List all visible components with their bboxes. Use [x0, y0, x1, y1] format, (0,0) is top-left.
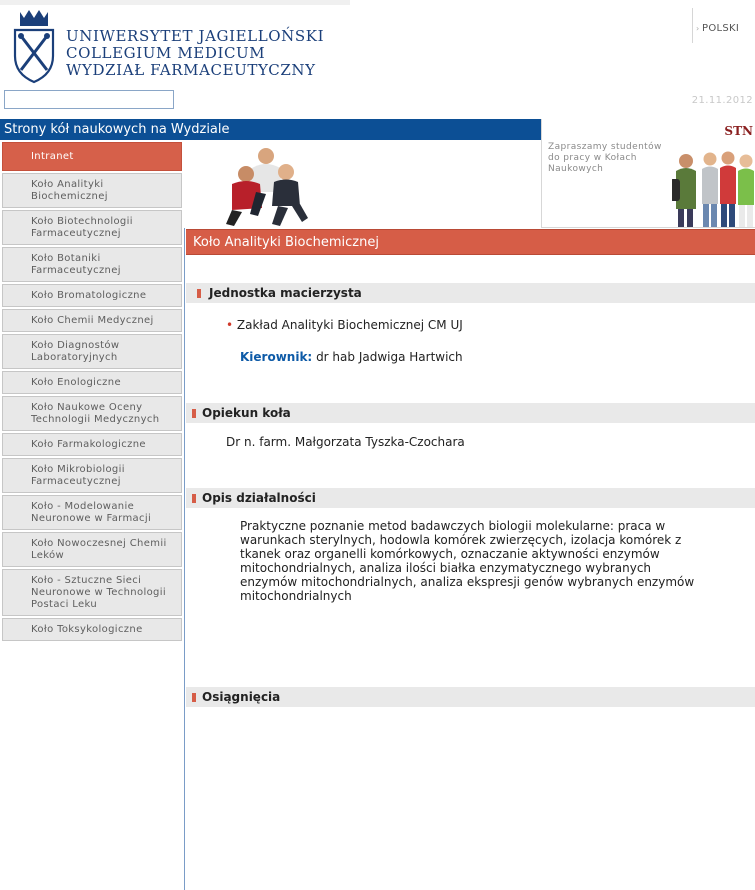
sidebar-item-chemii-medycznej[interactable]: Koło Chemii Medycznej	[2, 309, 182, 332]
description-line: tkanek oraz organelli komórkowych, oznac…	[240, 547, 660, 561]
section-header-opiekun: Opiekun koła	[186, 403, 755, 423]
section-bullet-icon	[197, 289, 201, 298]
unit-name: Zakład Analityki Biochemicznej CM UJ	[236, 318, 463, 332]
language-link[interactable]: POLSKI	[702, 23, 739, 34]
sidebar-item-intranet[interactable]: Intranet	[2, 142, 182, 171]
sidebar-item-enologiczne[interactable]: Koło Enologiczne	[2, 371, 182, 394]
bullet-dot-icon: •	[226, 318, 234, 332]
activity-description: Praktyczne poznanie metod badawczych bio…	[240, 519, 752, 603]
sidebar-item-toksykologiczne[interactable]: Koło Toksykologiczne	[2, 618, 182, 641]
sidebar-item-modelowanie-neuronowe[interactable]: Koło - Modelowanie Neuronowe w Farmacji	[2, 495, 182, 530]
sidebar-item-oceny-technologii-medycznych[interactable]: Koło Naukowe Oceny Technologii Medycznyc…	[2, 396, 182, 431]
sidebar-item-diagnostow-laboratoryjnych[interactable]: Koło Diagnostów Laboratoryjnych	[2, 334, 182, 369]
site-title-bar: Strony kół naukowych na Wydziale	[0, 119, 541, 140]
university-name-line-2: COLLEGIUM MEDICUM	[66, 44, 266, 62]
sidebar-item-bromatologiczne[interactable]: Koło Bromatologiczne	[2, 284, 182, 307]
description-line: enzymów mitochondrialnych, analiza ekspr…	[240, 575, 695, 589]
section-title: Osiągnięcia	[202, 690, 281, 704]
section-header-opis: Opis działalności	[186, 488, 755, 508]
section-header-osiagniecia: Osiągnięcia	[186, 687, 755, 707]
stn-promo-banner[interactable]: STN Zapraszamy studentów do pracy w Koła…	[541, 119, 755, 228]
sidebar-item-analityki-biochemicznej[interactable]: Koło Analityki Biochemicznej	[2, 173, 182, 208]
sidebar-item-nowoczesnej-chemii-lekow[interactable]: Koło Nowoczesnej Chemii Leków	[2, 532, 182, 567]
section-bullet-icon	[192, 494, 196, 503]
jumping-students-image	[226, 148, 308, 226]
sidebar-divider	[184, 228, 185, 890]
sidebar-item-botaniki-farmaceutycznej[interactable]: Koło Botaniki Farmaceutycznej	[2, 247, 182, 282]
page-title: Koło Analityki Biochemicznej	[193, 235, 379, 250]
sidebar-item-farmakologiczne[interactable]: Koło Farmakologiczne	[2, 433, 182, 456]
description-line: warunkach sterylnych, hodowla komórek zw…	[240, 533, 682, 547]
university-name[interactable]: UNIWERSYTET JAGIELLOŃSKI COLLEGIUM MEDIC…	[66, 28, 324, 79]
university-name-line-1: UNIWERSYTET JAGIELLOŃSKI	[66, 27, 325, 45]
university-name-line-3: WYDZIAŁ FARMACEUTYCZNY	[66, 61, 316, 79]
students-group-image	[672, 151, 754, 227]
promo-title: STN	[724, 124, 753, 138]
head-label: Kierownik:	[240, 350, 313, 364]
head-name: dr hab Jadwiga Hartwich	[316, 350, 463, 364]
unit-line: • Zakład Analityki Biochemicznej CM UJ	[226, 318, 463, 332]
university-crest-logo[interactable]	[10, 8, 58, 84]
arrow-right-icon: ›	[696, 24, 700, 33]
sidebar-nav: Intranet Koło Analityki Biochemicznej Ko…	[0, 140, 184, 643]
sidebar-item-mikrobiologii-farmaceutycznej[interactable]: Koło Mikrobiologii Farmaceutycznej	[2, 458, 182, 493]
current-date: 21.11.2012	[691, 95, 753, 106]
section-title: Opis działalności	[202, 491, 316, 505]
site-title: Strony kół naukowych na Wydziale	[4, 122, 230, 137]
promo-text: Zapraszamy studentów do pracy w Kołach N…	[548, 142, 662, 174]
description-line: mitochondrialnych, analiza ilości białka…	[240, 561, 652, 575]
section-header-jednostka: Jednostka macierzysta	[186, 283, 755, 303]
section-title: Opiekun koła	[202, 406, 291, 420]
content-header: Koło Analityki Biochemicznej	[186, 229, 755, 255]
head-line: Kierownik: dr hab Jadwiga Hartwich	[240, 350, 463, 364]
section-bullet-icon	[192, 693, 196, 702]
sidebar-item-sztuczne-sieci-neuronowe[interactable]: Koło - Sztuczne Sieci Neuronowe w Techno…	[2, 569, 182, 616]
section-bullet-icon	[192, 409, 196, 418]
top-line	[0, 0, 350, 5]
sidebar-item-biotechnologii-farmaceutycznej[interactable]: Koło Biotechnologii Farmaceutycznej	[2, 210, 182, 245]
supervisor-name: Dr n. farm. Małgorzata Tyszka-Czochara	[226, 435, 465, 449]
section-title: Jednostka macierzysta	[209, 286, 362, 300]
description-line: mitochondrialnych	[240, 589, 352, 603]
search-input[interactable]	[4, 90, 174, 109]
header-photo-strip	[186, 140, 541, 228]
page-header: UNIWERSYTET JAGIELLOŃSKI COLLEGIUM MEDIC…	[0, 0, 755, 118]
description-line: Praktyczne poznanie metod badawczych bio…	[240, 519, 666, 533]
